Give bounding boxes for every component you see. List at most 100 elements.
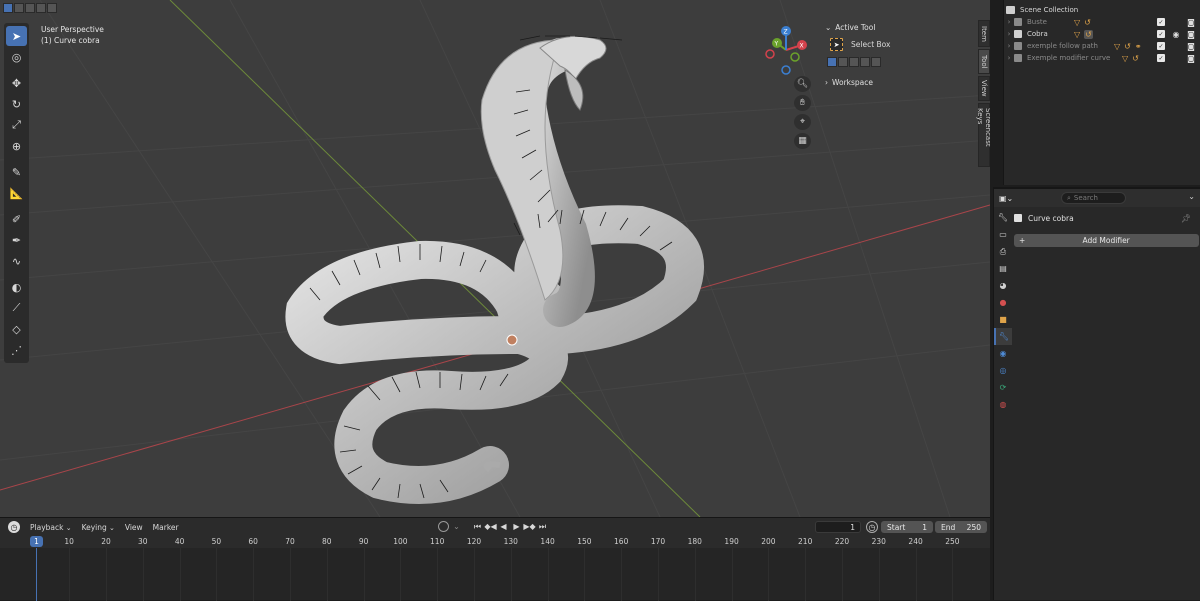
output-props-icon[interactable]: ⎙ xyxy=(994,243,1012,260)
end-frame-field[interactable]: End 250 xyxy=(935,521,987,533)
draw-tool-icon[interactable]: ✐ xyxy=(6,209,27,229)
workspace-header[interactable]: › Workspace xyxy=(821,75,978,89)
outliner-item[interactable]: › exemple follow path ▽ ↺ ⚭ ✓ ◙ xyxy=(1004,40,1200,52)
expand-arrow-icon[interactable]: › xyxy=(1004,42,1014,50)
expand-arrow-icon[interactable]: › xyxy=(1004,18,1014,26)
expand-arrow-icon[interactable]: › xyxy=(1004,30,1014,38)
pan-hand-icon[interactable]: ✋︎ xyxy=(794,95,811,111)
prev-keyframe-icon[interactable]: ◆◀ xyxy=(484,521,496,532)
properties-editor[interactable]: ▣⌄ ⌕ Search ⌄ 🔧︎ ▭ ⎙ ▤ ◕ ● ■ 🔧︎ ◉ ◎ ⟳ ◍ … xyxy=(993,187,1200,600)
playhead-line[interactable] xyxy=(36,548,37,601)
keying-set-icon[interactable]: ⌄ xyxy=(451,521,462,532)
menu-marker[interactable]: Marker xyxy=(153,523,179,532)
pin-icon[interactable]: 📌︎ xyxy=(1181,214,1191,223)
mode-difference-icon[interactable] xyxy=(860,57,870,67)
extrude-tool-icon[interactable]: ◇ xyxy=(6,319,27,339)
zoom-icon[interactable]: 🔍︎ xyxy=(794,76,811,92)
menu-keying[interactable]: Keying xyxy=(82,523,115,532)
modifier-props-icon[interactable]: 🔧︎ xyxy=(994,328,1012,345)
annotate-tool-icon[interactable]: ✎ xyxy=(6,162,27,182)
play-icon[interactable]: ▶ xyxy=(511,521,522,532)
menu-view[interactable]: View xyxy=(125,523,143,532)
select-mode-new-icon[interactable] xyxy=(3,3,13,13)
active-tool-row[interactable]: ➤ Select Box xyxy=(821,34,978,51)
outliner-item[interactable]: › Buste ▽ ↺ ✓ ◙ xyxy=(1004,16,1200,28)
tilt-tool-icon[interactable]: ⟋ xyxy=(6,298,27,318)
rotate-tool-icon[interactable]: ↻ xyxy=(6,94,27,114)
render-icon[interactable]: ◙ xyxy=(1187,18,1195,27)
select-box-tool-icon[interactable]: ➤ xyxy=(6,26,27,46)
tab-screencast-keys[interactable]: Screencast Keys xyxy=(976,103,990,167)
mode-extend-icon[interactable] xyxy=(838,57,848,67)
camera-view-icon[interactable]: ⌖ xyxy=(794,114,811,130)
timeline-grid[interactable] xyxy=(0,548,990,601)
menu-playback[interactable]: Playback xyxy=(30,523,72,532)
curve-tool-icon[interactable]: ∿ xyxy=(6,251,27,271)
select-mode-intersect-icon[interactable] xyxy=(47,3,57,13)
scene-props-icon[interactable]: ◕ xyxy=(994,277,1012,294)
active-tool-header[interactable]: ⌄ Active Tool xyxy=(821,20,978,34)
current-frame-marker[interactable]: 1 xyxy=(30,536,43,547)
radius-tool-icon[interactable]: ◐ xyxy=(6,277,27,297)
cursor-tool-icon[interactable]: ◎ xyxy=(6,47,27,67)
preview-range-icon[interactable]: ◷ xyxy=(866,521,878,533)
frame-ruler[interactable]: 1 10 20 30 40 50 60 70 80 90 100 110 120 130 140 150 16… xyxy=(0,536,990,548)
expand-arrow-icon[interactable]: › xyxy=(1004,54,1014,62)
play-reverse-icon[interactable]: ◀ xyxy=(498,521,509,532)
mode-set-icon[interactable] xyxy=(827,57,837,67)
render-icon[interactable]: ◙ xyxy=(1187,42,1195,51)
render-icon[interactable]: ◙ xyxy=(1187,30,1195,39)
exclude-checkbox[interactable]: ✓ xyxy=(1157,42,1165,50)
exclude-checkbox[interactable]: ✓ xyxy=(1157,18,1165,26)
world-props-icon[interactable]: ● xyxy=(994,294,1012,311)
outliner-item[interactable]: › Exemple modifier curve ▽ ↺ ✓ ◙ xyxy=(1004,52,1200,64)
tool-settings-icon[interactable]: 🔧︎ xyxy=(994,209,1012,226)
auto-keying-icon[interactable] xyxy=(438,521,449,532)
3d-viewport[interactable]: User Perspective (1) Curve cobra ➤ ◎ ✥ ↻… xyxy=(0,0,990,517)
physics-props-icon[interactable]: ◎ xyxy=(994,362,1012,379)
render-props-icon[interactable]: ▭ xyxy=(994,226,1012,243)
visibility-spacer-icon[interactable] xyxy=(1172,18,1180,26)
select-mode-invert-icon[interactable] xyxy=(36,3,46,13)
outliner[interactable]: Scene Collection › Buste ▽ ↺ ✓ ◙ › Cobra ▽… xyxy=(1003,0,1200,185)
jump-start-icon[interactable]: ⏮ xyxy=(472,521,483,532)
pen-tool-icon[interactable]: ✒ xyxy=(6,230,27,250)
tab-view[interactable]: View xyxy=(978,76,990,101)
scale-tool-icon[interactable]: ⤢ xyxy=(6,115,27,135)
select-mode-extend-icon[interactable] xyxy=(14,3,24,13)
select-mode-subtract-icon[interactable] xyxy=(25,3,35,13)
current-frame-field[interactable]: 1 xyxy=(815,521,861,533)
transform-tool-icon[interactable]: ⊕ xyxy=(6,136,27,156)
visibility-eye-icon[interactable]: ◉ xyxy=(1172,30,1180,39)
mode-intersect-icon[interactable] xyxy=(871,57,881,67)
tab-tool[interactable]: Tool xyxy=(978,49,990,74)
timeline-editor-type-icon[interactable]: ◷ xyxy=(8,521,20,533)
measure-tool-icon[interactable]: 📐 xyxy=(6,183,27,203)
move-tool-icon[interactable]: ✥ xyxy=(6,73,27,93)
visibility-spacer-icon[interactable] xyxy=(1172,54,1180,62)
outliner-root[interactable]: Scene Collection xyxy=(1004,4,1200,16)
outliner-item[interactable]: › Cobra ▽ ↺ ✓ ◉ ◙ xyxy=(1004,28,1200,40)
add-modifier-button[interactable]: + Add Modifier xyxy=(1014,234,1199,247)
options-chevron-icon[interactable]: ⌄ xyxy=(1188,192,1195,201)
start-frame-field[interactable]: Start 1 xyxy=(881,521,933,533)
render-icon[interactable]: ◙ xyxy=(1187,54,1195,63)
timeline-editor[interactable]: ◷ Playback Keying View Marker ⌄ ⏮ ◆◀ ◀ ▶… xyxy=(0,517,990,601)
exclude-checkbox[interactable]: ✓ xyxy=(1157,54,1165,62)
next-keyframe-icon[interactable]: ▶◆ xyxy=(523,521,535,532)
data-props-icon[interactable]: ◍ xyxy=(994,396,1012,413)
object-props-icon[interactable]: ■ xyxy=(994,311,1012,328)
jump-end-icon[interactable]: ⏭ xyxy=(537,521,548,532)
visibility-spacer-icon[interactable] xyxy=(1172,42,1180,50)
view-layer-icon[interactable]: ▤ xyxy=(994,260,1012,277)
constraints-props-icon[interactable]: ⟳ xyxy=(994,379,1012,396)
editor-type-icon[interactable]: ▣⌄ xyxy=(999,192,1017,204)
navigation-gizmo[interactable]: X Y Z xyxy=(762,26,812,76)
particles-props-icon[interactable]: ◉ xyxy=(994,345,1012,362)
tab-item[interactable]: Item xyxy=(978,20,990,47)
grid-projection-icon[interactable]: ▦ xyxy=(794,133,811,149)
properties-search[interactable]: ⌕ Search xyxy=(1061,192,1126,204)
exclude-checkbox[interactable]: ✓ xyxy=(1157,30,1165,38)
randomize-tool-icon[interactable]: ⋰ xyxy=(6,340,27,360)
mode-subtract-icon[interactable] xyxy=(849,57,859,67)
